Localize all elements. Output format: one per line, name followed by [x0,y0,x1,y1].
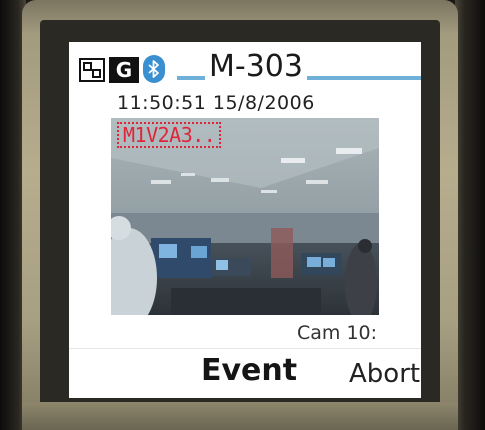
camera-overlay-label: M1V2A3.. [117,122,222,148]
network-indicator-icon [79,58,105,82]
gprs-label: G [115,58,133,82]
phone-bezel-bottom [22,402,458,430]
gprs-indicator-icon: G [109,57,139,83]
camera-label: Cam 10: [297,322,378,344]
event-softkey[interactable]: Event [201,353,297,388]
phone-screen: G M-303 11:50:51 15/8/2006 M1V2A3.. Cam … [69,42,421,398]
capture-timestamp: 11:50:51 15/8/2006 [117,92,315,114]
window-title: M-303 [205,50,307,84]
abort-softkey[interactable]: Abort [349,359,420,389]
bluetooth-icon [143,55,165,83]
softkey-bar: Event Abort [69,348,421,398]
phone-edge-right [455,0,485,430]
status-bar: G M-303 [69,48,421,84]
